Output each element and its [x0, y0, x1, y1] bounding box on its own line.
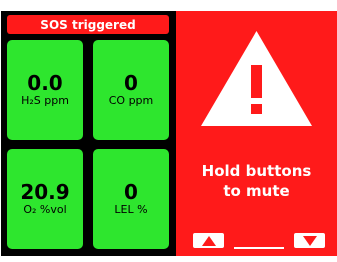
reading-value: 0: [124, 71, 138, 95]
reading-unit: LEL %: [114, 203, 148, 216]
reading-unit: H₂S ppm: [21, 94, 69, 107]
nav-divider-line: [234, 247, 284, 249]
reading-tile-h2s: 0.0 H₂S ppm: [7, 40, 83, 140]
detector-screen: SOS triggered 0.0 H₂S ppm 0 CO ppm 20.9 …: [1, 11, 337, 256]
mute-instruction-line1: Hold buttons: [201, 162, 312, 180]
gas-detector-device: SOS triggered 0.0 H₂S ppm 0 CO ppm 20.9 …: [0, 0, 337, 262]
reading-value: 0.0: [27, 71, 63, 95]
nav-up-button[interactable]: [193, 233, 224, 248]
warning-triangle-icon: [201, 31, 312, 126]
reading-tile-o2: 20.9 O₂ %vol: [7, 149, 83, 249]
triangle-down-icon: [302, 235, 317, 246]
reading-tile-lel: 0 LEL %: [93, 149, 169, 249]
reading-value: 20.9: [20, 180, 70, 204]
reading-unit: O₂ %vol: [23, 203, 67, 216]
alert-panel: Hold buttons to mute: [176, 11, 337, 256]
mute-instruction: Hold buttons to mute: [176, 161, 337, 201]
sos-status-label: SOS triggered: [40, 17, 136, 32]
nav-down-button[interactable]: [294, 233, 325, 248]
reading-tile-co: 0 CO ppm: [93, 40, 169, 140]
reading-value: 0: [124, 180, 138, 204]
triangle-up-icon: [201, 235, 216, 246]
sos-status-banner: SOS triggered: [7, 15, 169, 34]
mute-instruction-line2: to mute: [223, 182, 290, 200]
reading-unit: CO ppm: [108, 94, 154, 107]
readings-panel: SOS triggered 0.0 H₂S ppm 0 CO ppm 20.9 …: [1, 11, 176, 256]
